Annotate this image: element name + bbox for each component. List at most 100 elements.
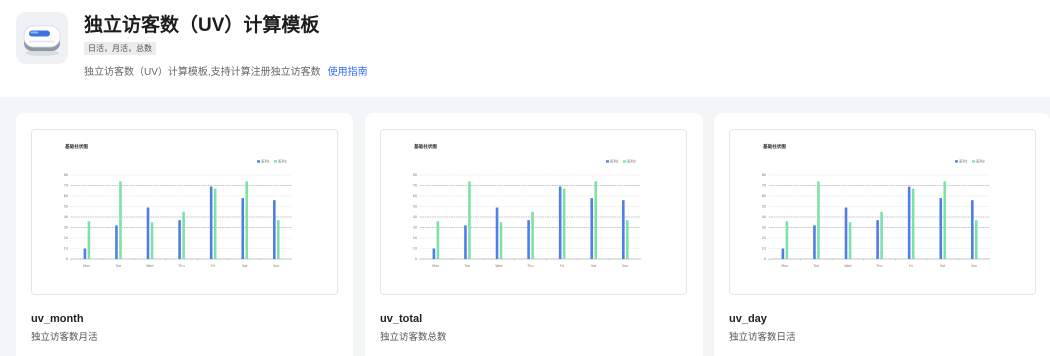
bar-thu-series-1 [527, 220, 530, 259]
y-tick-label: 60 [762, 194, 766, 198]
x-tick-label: Mon [781, 264, 788, 268]
card-description: 独立访客数月活 [31, 332, 98, 343]
bar-fri-series-1 [209, 186, 213, 259]
bar-sat-series-1 [939, 198, 943, 259]
legend-label: 系列2 [627, 159, 636, 164]
bar-sun-series-1 [622, 200, 625, 259]
chart-thumbnail: 基础柱状图 系列1 系列2 0 10 20 30 40 50 60 70 80 Mon Tue Wed Thu… [380, 129, 687, 295]
bar-sun-series-2 [975, 220, 978, 259]
y-tick-label: 40 [413, 215, 417, 219]
chart-thumbnail: 基础柱状图 系列1 系列2 0 10 20 30 40 50 60 70 80 Mon Tue Wed Thu… [729, 129, 1036, 295]
y-tick-label: 10 [413, 247, 417, 251]
bar-sun-series-2 [277, 220, 280, 259]
card-description: 独立访客数总数 [380, 332, 447, 343]
bar-sat-series-2 [594, 181, 598, 259]
x-tick-label: Thu [526, 264, 533, 268]
bar-tue-series-1 [115, 225, 118, 259]
bar-thu-series-2 [182, 211, 185, 259]
y-tick-label: 70 [762, 184, 766, 188]
category-tag: 日活，月活，总数 [84, 42, 156, 55]
y-tick-label: 60 [64, 194, 68, 198]
bar-wed-series-2 [499, 222, 503, 259]
y-tick-label: 10 [64, 247, 68, 251]
x-tick-label: Sat [940, 264, 946, 268]
template-description: 独立访客数（UV）计算模板,支持计算注册独立访客数 使用指南 [84, 66, 368, 80]
y-tick-label: 80 [762, 173, 766, 177]
bar-fri-series-1 [558, 186, 562, 259]
x-tick-label: Mon [83, 264, 90, 268]
x-tick-label: Wed [495, 264, 502, 268]
bar-mon-series-1 [432, 248, 436, 259]
legend-swatch [955, 160, 958, 163]
x-tick-label: Sun [273, 264, 279, 268]
y-tick-label: 30 [413, 226, 417, 230]
legend-label: 系列1 [261, 159, 270, 164]
template-card-uv-total[interactable]: 基础柱状图 系列1 系列2 0 10 20 30 40 50 60 70 80 Mon Tue Wed Thu… [365, 113, 703, 356]
description-text: 独立访客数（UV）计算模板,支持计算注册独立访客数 [84, 67, 321, 78]
legend-swatch [274, 160, 277, 163]
bar-thu-series-1 [178, 220, 181, 259]
y-tick-label: 30 [762, 226, 766, 230]
x-tick-label: Thu [177, 264, 184, 268]
bar-sat-series-2 [943, 181, 947, 259]
y-tick-label: 10 [762, 247, 766, 251]
legend-label: 系列2 [278, 159, 287, 164]
bar-sat-series-1 [590, 198, 594, 259]
bar-fri-series-2 [562, 188, 566, 259]
bar-wed-series-1 [495, 207, 499, 259]
chart-title: 基础柱状图 [413, 143, 437, 150]
bar-tue-series-2 [119, 181, 122, 259]
y-tick-label: 20 [64, 236, 68, 240]
y-tick-label: 0 [66, 257, 68, 261]
y-tick-label: 20 [413, 236, 417, 240]
y-tick-label: 20 [762, 236, 766, 240]
x-tick-label: Tue [813, 264, 820, 268]
bar-thu-series-1 [876, 220, 879, 259]
bar-sat-series-2 [245, 181, 249, 259]
y-tick-label: 70 [413, 184, 417, 188]
capsule-device-icon [23, 25, 61, 56]
y-tick-label: 70 [64, 184, 68, 188]
bar-sun-series-2 [626, 220, 629, 259]
template-card-uv-month[interactable]: 基础柱状图 系列1 系列2 0 10 20 30 40 50 60 70 80 Mon Tue Wed Thu… [16, 113, 353, 356]
bar-thu-series-2 [531, 211, 534, 259]
bar-mon-series-2 [87, 221, 91, 259]
card-description: 独立访客数日活 [729, 332, 796, 343]
bar-chart: 基础柱状图系列1 系列2 0 10 20 30 40 50 60 70 80 Mon Tue Wed Thu… [413, 143, 641, 268]
bar-fri-series-2 [911, 188, 915, 259]
bar-sat-series-1 [241, 198, 245, 259]
y-tick-label: 50 [413, 205, 417, 209]
y-tick-label: 50 [64, 205, 68, 209]
x-tick-label: Fri [211, 264, 215, 268]
x-tick-label: Sat [591, 264, 597, 268]
template-icon [16, 12, 68, 64]
bar-tue-series-2 [817, 181, 820, 259]
card-title: uv_day [729, 313, 767, 325]
chart-thumbnail: 基础柱状图 系列1 系列2 0 10 20 30 40 50 60 70 80 Mon Tue Wed Thu… [31, 129, 338, 295]
legend-label: 系列1 [959, 159, 968, 164]
template-card-uv-day[interactable]: 基础柱状图 系列1 系列2 0 10 20 30 40 50 60 70 80 Mon Tue Wed Thu… [714, 113, 1050, 356]
chart-title: 基础柱状图 [762, 143, 786, 150]
x-tick-label: Tue [115, 264, 122, 268]
y-tick-label: 80 [64, 173, 68, 177]
x-tick-label: Fri [909, 264, 913, 268]
card-title: uv_total [380, 313, 423, 325]
template-header: 独立访客数（UV）计算模板 日活，月活，总数 独立访客数（UV）计算模板,支持计… [0, 0, 1050, 97]
template-card-list: 基础柱状图系列1 系列2 0 10 20 30 40 50 60 70 80 Mon Tue Wed Thu… [0, 97, 1050, 356]
bar-mon-series-1 [781, 248, 785, 259]
bar-wed-series-1 [844, 207, 848, 259]
usage-guide-link[interactable]: 使用指南 [328, 67, 368, 78]
bar-wed-series-2 [150, 222, 154, 259]
bar-wed-series-2 [848, 222, 852, 259]
bar-chart: 基础柱状图系列1 系列2 0 10 20 30 40 50 60 70 80 Mon Tue Wed Thu… [762, 143, 990, 268]
legend-label: 系列1 [610, 159, 619, 164]
card-title: uv_month [31, 313, 84, 325]
bar-tue-series-1 [464, 225, 467, 259]
bar-fri-series-1 [907, 186, 911, 259]
bar-tue-series-2 [468, 181, 471, 259]
x-tick-label: Fri [560, 264, 564, 268]
y-tick-label: 60 [413, 194, 417, 198]
x-tick-label: Tue [464, 264, 471, 268]
y-tick-label: 40 [64, 215, 68, 219]
y-tick-label: 80 [413, 173, 417, 177]
